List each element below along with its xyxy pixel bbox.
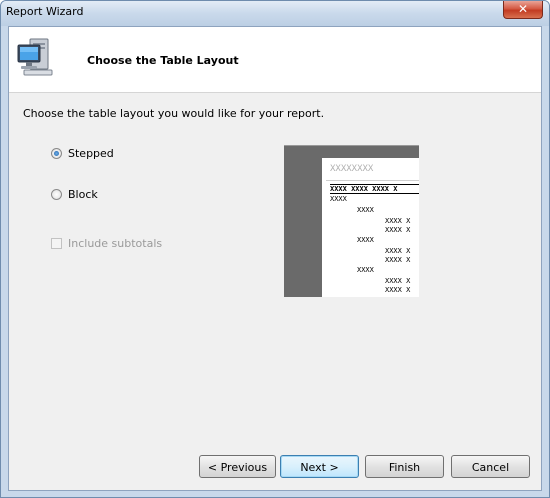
preview-row: XXXX X <box>385 247 411 255</box>
block-radio[interactable]: Block <box>51 188 98 201</box>
next-button[interactable]: Next > <box>280 455 359 478</box>
preview-row: XXXX <box>357 266 374 274</box>
close-button[interactable]: ✕ <box>503 1 543 19</box>
cancel-button[interactable]: Cancel <box>451 455 530 478</box>
checkbox-indicator[interactable] <box>51 238 62 249</box>
wizard-header: Choose the Table Layout <box>9 27 541 93</box>
block-label: Block <box>68 188 98 201</box>
instruction-text: Choose the table layout you would like f… <box>23 107 325 120</box>
preview-title: XXXXXXXX <box>330 164 374 174</box>
window-title: Report Wizard <box>6 5 84 18</box>
stepped-radio[interactable]: Stepped <box>51 147 114 160</box>
radio-indicator[interactable] <box>51 148 62 159</box>
preview-header-row: XXXX XXXX XXXX X <box>330 184 419 194</box>
preview-row: XXXX X <box>385 286 411 294</box>
title-bar[interactable]: Report Wizard ✕ <box>1 1 549 26</box>
finish-button[interactable]: Finish <box>365 455 444 478</box>
preview-row: XXXX X <box>385 256 411 264</box>
page-title: Choose the Table Layout <box>87 54 239 67</box>
layout-preview: XXXXXXXX XXXX XXXX XXXX X XXXX XXXX XXXX… <box>284 145 419 297</box>
report-wizard-window: Report Wizard ✕ Choose the Table Layout … <box>0 0 550 498</box>
preview-row: XXXX <box>357 206 374 214</box>
include-subtotals-checkbox[interactable]: Include subtotals <box>51 237 162 250</box>
preview-row: XXXX <box>330 195 347 203</box>
preview-page: XXXXXXXX XXXX XXXX XXXX X XXXX XXXX XXXX… <box>322 158 419 297</box>
include-subtotals-label: Include subtotals <box>68 237 163 250</box>
close-icon: ✕ <box>517 2 529 16</box>
radio-indicator[interactable] <box>51 189 62 200</box>
preview-row: XXXX X <box>385 277 411 285</box>
preview-row: XXXX X <box>385 226 411 234</box>
preview-divider <box>326 180 419 181</box>
wizard-body: Choose the Table Layout Choose the table… <box>8 26 542 491</box>
stepped-label: Stepped <box>68 147 114 160</box>
preview-row: XXXX <box>357 236 374 244</box>
previous-button[interactable]: < Previous <box>199 455 276 478</box>
computer-icon <box>17 38 53 76</box>
preview-row: XXXX X <box>385 217 411 225</box>
